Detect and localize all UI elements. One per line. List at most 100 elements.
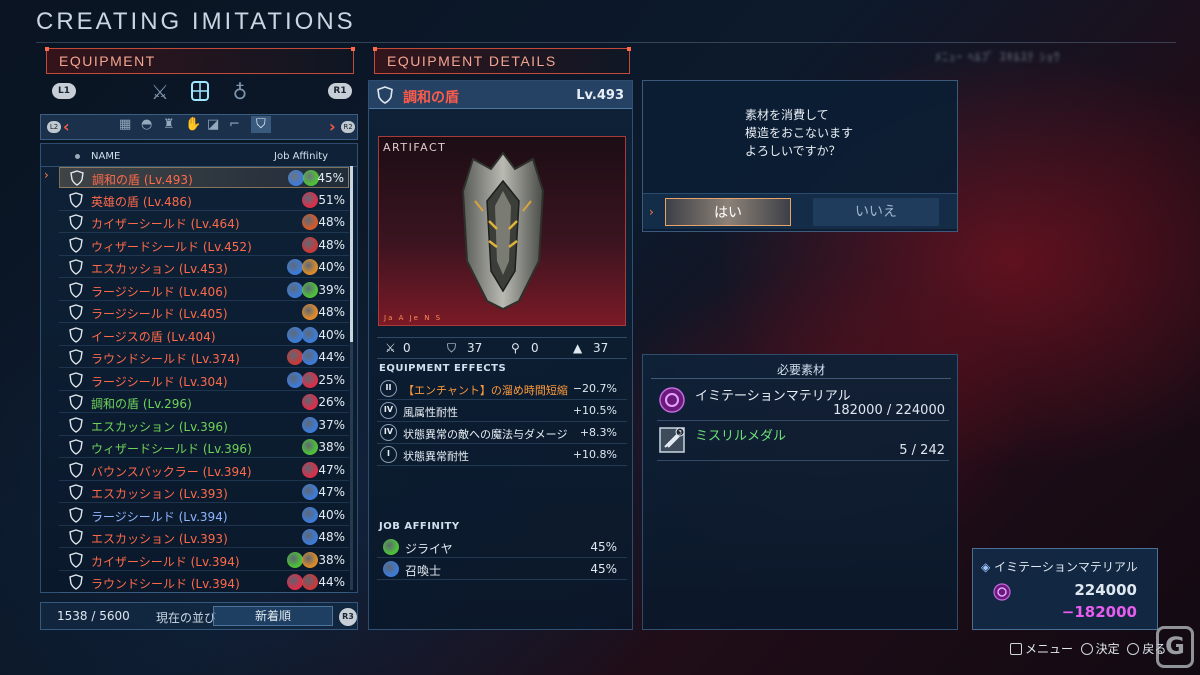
armor-category-icon[interactable] [186,78,214,106]
all-filter-icon[interactable]: ▦ [119,117,131,132]
item-name: 調和の盾 [403,90,459,106]
imitation-material-icon [659,387,685,413]
circle-button-icon [1127,643,1140,655]
body-armor-filter-icon[interactable]: ♜ [163,117,175,132]
job-affinity-icon [287,281,303,298]
equipment-row[interactable]: ラウンドシールド (Lv.394) 44% [59,572,349,593]
job-tags: Ja A Je N S [384,314,443,322]
equipment-row[interactable]: カイザーシールド (Lv.394) 38% [59,550,349,571]
filter-next-arrow[interactable]: › [329,117,336,136]
list-scroll-thumb[interactable] [350,166,353,342]
equipment-row[interactable]: 調和の盾 (Lv.493) 45% [59,167,349,188]
magic-defense-stat: 37 [593,341,609,355]
shield-filter-icon[interactable]: ⛉ [251,116,271,133]
equipment-row[interactable]: エスカッション (Lv.453) 40% [59,257,349,278]
equipment-row[interactable]: ウィザードシールド (Lv.452) 48% [59,235,349,256]
gloves-filter-icon[interactable]: ✋ [185,117,201,132]
shield-icon [69,236,83,253]
list-header: NAME Job Affinity [41,147,357,167]
equipment-row[interactable]: カイザーシールド (Lv.464) 48% [59,212,349,233]
boots-filter-icon[interactable]: ⌐ [229,117,240,132]
equipment-row[interactable]: ラウンドシールド (Lv.374) 44% [59,347,349,368]
equipment-row[interactable]: ウィザードシールド (Lv.396) 38% [59,437,349,458]
mythril-medal-icon: 3 [659,427,685,453]
equipment-name: ラージシールド (Lv.406) [91,284,228,299]
equipment-row[interactable]: ラージシールド (Lv.304) 25% [59,370,349,391]
yes-button[interactable]: はい [665,198,791,226]
equipment-list: NAME Job Affinity 調和の盾 (Lv.493) 45% 英雄の盾 (… [40,143,358,593]
job-affinity-percent: 45% [590,540,617,554]
material-item: イミテーションマテリアル 182000 / 224000 [657,383,949,421]
job-affinity-icon [302,214,318,230]
effect-value: −20.7% [572,382,617,395]
job-affinity-icon [302,439,318,455]
job-affinity-icon [287,326,303,343]
affinity-percent: 38% [318,440,345,454]
helmet-filter-icon[interactable]: ◓ [141,117,152,132]
menu-hint[interactable]: メニュー [1025,642,1073,656]
site-logo: G [1156,626,1194,668]
affinity-percent: 38% [318,552,345,567]
armguard-filter-icon[interactable]: ◪ [207,117,219,132]
equipment-row[interactable]: 調和の盾 (Lv.296) 26% [59,392,349,413]
job-affinity-icon [302,304,318,320]
dialog-message: 素材を消費して 模造をおこないます よろしいですか？ [745,106,853,160]
r1-button[interactable]: R1 [328,83,352,99]
job-affinity-icon [302,461,318,478]
equipment-row[interactable]: ラージシールド (Lv.406) 39% [59,280,349,301]
l1-button[interactable]: L1 [52,83,76,99]
stats-row: ⚔ 0 ⛉ 37 ⚲ 0 ▲ 37 [377,337,627,359]
affinity-percent: 47% [318,485,345,499]
effect-row: II 【エンチャント】の溜め時間短縮 −20.7% [377,379,627,400]
shield-icon [70,170,84,186]
job-affinity-icon [287,574,303,590]
equipment-name: 英雄の盾 (Lv.486) [91,194,192,209]
sort-selector[interactable]: 新着順 [213,606,333,626]
equipment-row[interactable]: エスカッション (Lv.396) 37% [59,415,349,436]
weapon-category-icon[interactable]: ⚔ [146,78,174,106]
equipment-row[interactable]: バウンスバックラー (Lv.394) 47% [59,460,349,481]
affinity-percent: 26% [318,395,345,409]
affinity-percent: 40% [318,260,345,274]
confirm-hint[interactable]: 決定 [1096,642,1120,656]
filter-prev-arrow[interactable]: ‹ [63,117,70,136]
dialog-cursor-icon: › [649,205,654,219]
magic-attack-icon: ⚲ [511,341,520,355]
effect-value: +8.3% [579,426,617,439]
name-column-header[interactable]: NAME [91,151,120,162]
affinity-percent: 44% [318,575,345,589]
job-affinity-icon [287,371,303,388]
equipment-row[interactable]: 英雄の盾 (Lv.486) 51% [59,190,349,211]
affinity-percent: 40% [318,327,345,342]
l2-button[interactable]: L2 [47,121,61,133]
r3-button[interactable]: R3 [339,608,357,626]
equipment-row[interactable]: エスカッション (Lv.393) 48% [59,527,349,548]
defense-stat: 37 [467,341,483,355]
equipment-name: ラウンドシールド (Lv.374) [91,352,240,366]
equipment-row[interactable]: ラージシールド (Lv.394) 40% [59,505,349,526]
equipment-row[interactable]: イージスの盾 (Lv.404) 40% [59,325,349,346]
effect-text: 【エンチャント】の溜め時間短縮 [403,384,568,397]
accessory-category-icon[interactable]: ♁ [226,78,254,106]
shield-icon [377,86,393,104]
effect-value: +10.8% [572,448,617,461]
category-tabs: L1 ⚔ ♁ R1 [46,78,354,108]
affinity-column-header[interactable]: Job Affinity [274,151,328,162]
shield-icon [69,394,83,410]
confirm-dialog: 素材を消費して 模造をおこないます よろしいですか？ › はい いいえ [642,80,958,232]
required-materials-panel: 必要素材 イミテーションマテリアル 182000 / 224000 3 ミスリル… [642,354,958,630]
job-affinity-icon [302,191,318,208]
shield-icon [69,439,83,455]
shield-icon [69,416,83,433]
job-affinity-icon [302,484,318,500]
equipment-name: 調和の盾 (Lv.296) [91,397,192,411]
equipment-row[interactable]: ラージシールド (Lv.405) 48% [59,302,349,323]
effect-text: 風属性耐性 [403,406,458,419]
r2-button[interactable]: R2 [341,121,355,133]
equipment-row[interactable]: エスカッション (Lv.393) 47% [59,482,349,503]
effect-row: I 状態異常耐性 +10.8% [377,445,627,466]
no-button[interactable]: いいえ [813,198,939,226]
job-affinity-icon [302,506,318,523]
attack-stat: 0 [403,341,411,355]
job-affinity-icon [302,371,318,388]
